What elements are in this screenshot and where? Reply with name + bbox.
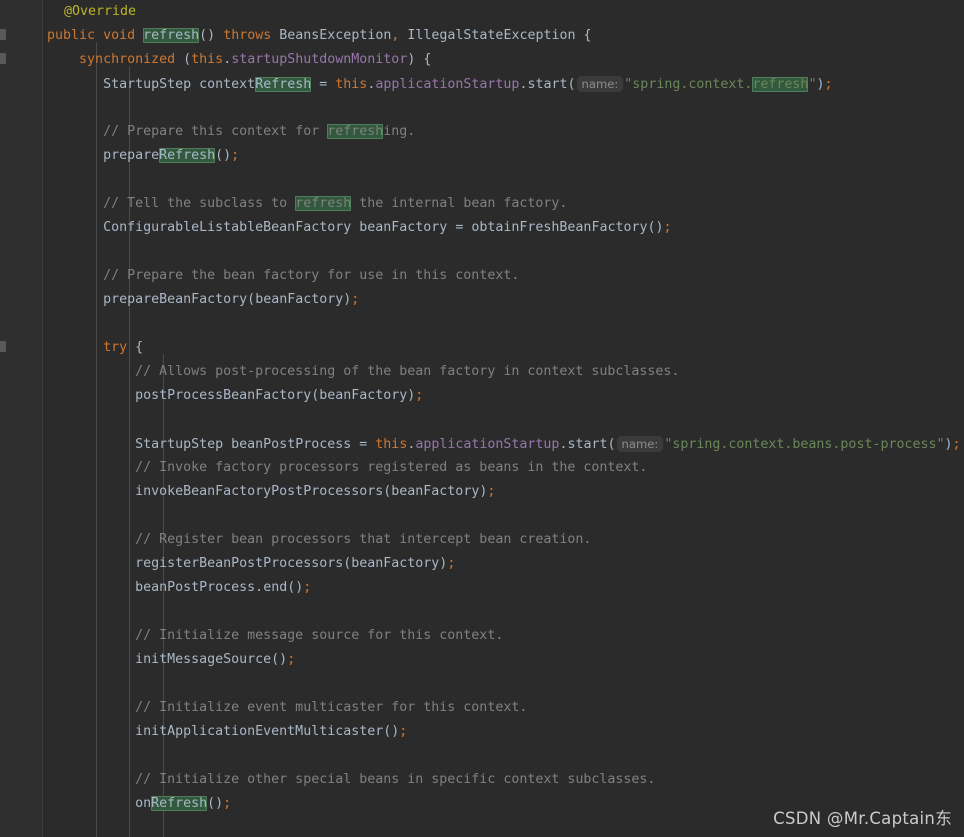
code-line[interactable]: prepareBeanFactory(beanFactory); <box>31 288 359 312</box>
variable-token: beanFactory <box>391 484 480 499</box>
method-call-token: start <box>527 77 568 92</box>
method-call-token: postProcessBeanFactory <box>135 388 312 403</box>
code-line[interactable]: StartupStep contextRefresh = this.applic… <box>31 72 832 96</box>
method-call-token: invokeBeanFactoryPostProcessors <box>135 484 384 499</box>
code-line[interactable]: // Invoke factory processors registered … <box>31 456 647 480</box>
search-highlight: Refresh <box>159 148 216 163</box>
comment-token: // Initialize event multicaster for this… <box>135 700 528 715</box>
code-line[interactable]: try { <box>31 336 143 360</box>
comment-token: // Initialize message source for this co… <box>135 628 504 643</box>
search-highlight: Refresh <box>255 77 312 92</box>
keyword-token: this <box>335 77 368 92</box>
keyword-token: throws <box>223 28 272 43</box>
code-line[interactable]: synchronized (this.startupShutdownMonito… <box>31 48 431 72</box>
code-line[interactable]: registerBeanPostProcessors(beanFactory); <box>31 552 455 576</box>
type-token: BeansException <box>279 28 392 43</box>
method-call-token: prepareBeanFactory <box>103 292 248 307</box>
method-call-token: prepare <box>103 148 160 163</box>
method-call-token: on <box>135 796 152 811</box>
variable-token: beanPostProcess <box>231 437 352 452</box>
type-token: ConfigurableListableBeanFactory <box>103 220 352 235</box>
code-line[interactable]: prepareRefresh(); <box>31 144 239 168</box>
comment-token: the internal bean factory. <box>351 196 568 211</box>
code-line[interactable]: // Register bean processors that interce… <box>31 528 591 552</box>
code-line[interactable]: // Initialize other special beans in spe… <box>31 768 655 792</box>
comment-token: // Invoke factory processors registered … <box>135 460 648 475</box>
method-call-token: end <box>263 580 288 595</box>
method-call-token: registerBeanPostProcessors <box>135 556 344 571</box>
comment-token: // Initialize other special beans in spe… <box>135 772 656 787</box>
keyword-token: this <box>375 437 408 452</box>
code-line[interactable]: public void refresh() throws BeansExcept… <box>31 24 592 48</box>
inlay-parameter-hint: name: <box>576 76 624 92</box>
code-line[interactable]: // Prepare the bean factory for use in t… <box>31 264 519 288</box>
type-token: IllegalStateException <box>407 28 576 43</box>
keyword-token: public <box>47 28 96 43</box>
method-call-token: initMessageSource <box>135 652 272 667</box>
search-highlight: Refresh <box>151 796 208 811</box>
code-line[interactable]: onRefresh(); <box>31 792 231 816</box>
comment-token: // Allows post-processing of the bean fa… <box>135 364 680 379</box>
comment-token: // Prepare this context for <box>103 124 328 139</box>
code-line[interactable]: // Initialize message source for this co… <box>31 624 503 648</box>
code-line[interactable]: // Prepare this context for refreshing. <box>31 120 415 144</box>
variable-token: context <box>199 77 256 92</box>
keyword-token: this <box>191 52 224 67</box>
field-token: applicationStartup <box>415 437 560 452</box>
string-token: "spring.context. <box>624 77 753 92</box>
search-highlight: refresh <box>295 196 352 211</box>
code-line[interactable]: initMessageSource(); <box>31 648 295 672</box>
keyword-token: synchronized <box>79 52 176 67</box>
code-line[interactable]: ConfigurableListableBeanFactory beanFact… <box>31 216 671 240</box>
type-token: StartupStep <box>103 77 192 92</box>
type-token: StartupStep <box>135 437 224 452</box>
search-highlight: refresh <box>752 77 809 92</box>
code-content[interactable]: @Override public void refresh() throws B… <box>0 0 964 837</box>
comment-token: ing. <box>383 124 416 139</box>
code-editor[interactable]: @Override public void refresh() throws B… <box>0 0 964 837</box>
code-line[interactable]: // Tell the subclass to refresh the inte… <box>31 192 567 216</box>
search-highlight: refresh <box>143 28 200 43</box>
inlay-parameter-hint: name: <box>616 436 664 452</box>
code-line[interactable]: initApplicationEventMulticaster(); <box>31 720 407 744</box>
method-call-token: start <box>567 437 608 452</box>
code-line[interactable]: invokeBeanFactoryPostProcessors(beanFact… <box>31 480 495 504</box>
variable-token: beanPostProcess <box>135 580 256 595</box>
comment-token: // Prepare the bean factory for use in t… <box>103 268 520 283</box>
search-highlight: refresh <box>327 124 384 139</box>
keyword-token: void <box>103 28 136 43</box>
annotation-token: @Override <box>64 4 137 19</box>
comment-token: // Register bean processors that interce… <box>135 532 592 547</box>
method-call-token: obtainFreshBeanFactory <box>471 220 648 235</box>
code-line[interactable]: StartupStep beanPostProcess = this.appli… <box>31 432 961 456</box>
variable-token: beanFactory <box>359 220 448 235</box>
comment-token: // Tell the subclass to <box>103 196 296 211</box>
variable-token: beanFactory <box>255 292 344 307</box>
variable-token: beanFactory <box>319 388 408 403</box>
string-token: "spring.context.beans.post-process" <box>664 437 945 452</box>
code-line[interactable]: // Initialize event multicaster for this… <box>31 696 527 720</box>
code-line[interactable]: // Allows post-processing of the bean fa… <box>31 360 679 384</box>
method-call-token: initApplicationEventMulticaster <box>135 724 384 739</box>
code-line[interactable]: postProcessBeanFactory(beanFactory); <box>31 384 423 408</box>
code-line[interactable]: beanPostProcess.end(); <box>31 576 311 600</box>
variable-token: beanFactory <box>351 556 440 571</box>
field-token: applicationStartup <box>375 77 520 92</box>
keyword-token: try <box>103 340 128 355</box>
code-line[interactable]: @Override <box>64 0 136 24</box>
field-token: startupShutdownMonitor <box>231 52 408 67</box>
